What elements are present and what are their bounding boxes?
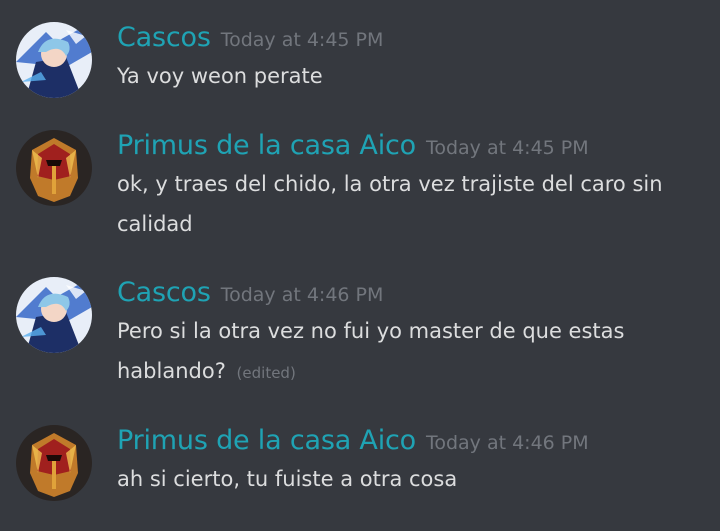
avatar-primus[interactable] — [16, 130, 92, 206]
username[interactable]: Cascos — [117, 22, 211, 53]
username[interactable]: Primus de la casa Aico — [117, 425, 416, 456]
timestamp: Today at 4:46 PM — [220, 284, 384, 306]
anime-character-avatar-icon — [16, 22, 92, 98]
avatar-primus[interactable] — [16, 425, 92, 501]
message-text: Pero si la otra vez no fui yo master de … — [117, 311, 697, 393]
edited-label: (edited) — [236, 364, 296, 382]
warrior-helmet-avatar-icon — [16, 130, 92, 206]
timestamp: Today at 4:45 PM — [220, 29, 384, 51]
message-content: Ya voy weon perate — [117, 64, 323, 88]
message-content: ok, y traes del chido, la otra vez traji… — [117, 172, 663, 236]
warrior-helmet-avatar-icon — [16, 425, 92, 501]
message-text: ah si cierto, tu fuiste a otra cosa — [117, 459, 697, 499]
message-text: ok, y traes del chido, la otra vez traji… — [117, 164, 697, 244]
avatar-cascos[interactable] — [16, 277, 92, 353]
username[interactable]: Cascos — [117, 277, 211, 308]
anime-character-avatar-icon — [16, 277, 92, 353]
timestamp: Today at 4:46 PM — [425, 432, 589, 454]
message-content: ah si cierto, tu fuiste a otra cosa — [117, 467, 458, 491]
username[interactable]: Primus de la casa Aico — [117, 130, 416, 161]
message-text: Ya voy weon perate — [117, 56, 697, 96]
avatar-cascos[interactable] — [16, 22, 92, 98]
chat-message-list: Cascos Today at 4:45 PM Ya voy weon perat… — [0, 0, 720, 531]
timestamp: Today at 4:45 PM — [425, 137, 589, 159]
message-content: Pero si la otra vez no fui yo master de … — [117, 319, 625, 383]
